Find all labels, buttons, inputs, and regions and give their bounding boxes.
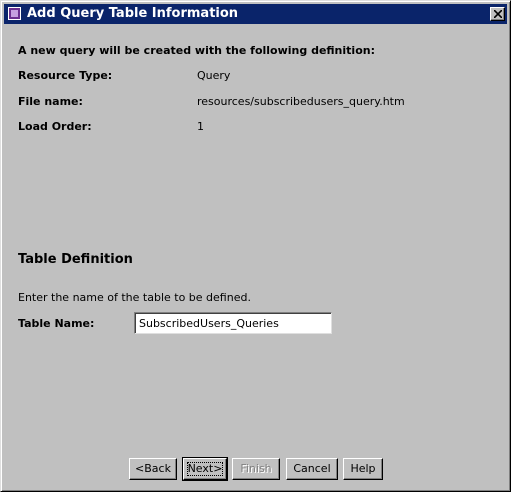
close-icon	[494, 10, 502, 18]
window-title: Add Query Table Information	[27, 6, 239, 21]
table-definition-instruction: Enter the name of the table to be define…	[18, 291, 251, 304]
back-button[interactable]: <Back	[129, 458, 177, 480]
back-button-label: <Back	[135, 462, 171, 475]
title-bar[interactable]: Add Query Table Information	[4, 4, 507, 24]
finish-button-label: Finish	[240, 462, 272, 475]
close-button[interactable]	[490, 7, 505, 21]
resource-type-label: Resource Type:	[18, 69, 113, 82]
help-button[interactable]: Help	[343, 458, 383, 480]
cancel-button-label: Cancel	[293, 462, 331, 475]
file-name-label: File name:	[18, 95, 83, 108]
finish-button[interactable]: Finish	[232, 458, 280, 480]
dialog-window: Add Query Table Information A new query …	[0, 0, 511, 492]
load-order-label: Load Order:	[18, 120, 92, 133]
cancel-button[interactable]: Cancel	[286, 458, 338, 480]
help-button-label: Help	[350, 462, 376, 475]
summary-intro: A new query will be created with the fol…	[18, 44, 375, 57]
resource-type-value: Query	[197, 69, 231, 82]
table-definition-heading: Table Definition	[18, 252, 133, 267]
load-order-value: 1	[197, 120, 204, 133]
table-name-input[interactable]	[137, 315, 329, 331]
next-button-label: Next>	[187, 462, 223, 475]
file-name-value: resources/subscribedusers_query.htm	[197, 95, 405, 108]
table-name-field[interactable]	[134, 312, 332, 334]
next-button[interactable]: Next>	[182, 457, 228, 481]
app-icon	[8, 7, 21, 20]
table-name-label: Table Name:	[18, 317, 95, 330]
